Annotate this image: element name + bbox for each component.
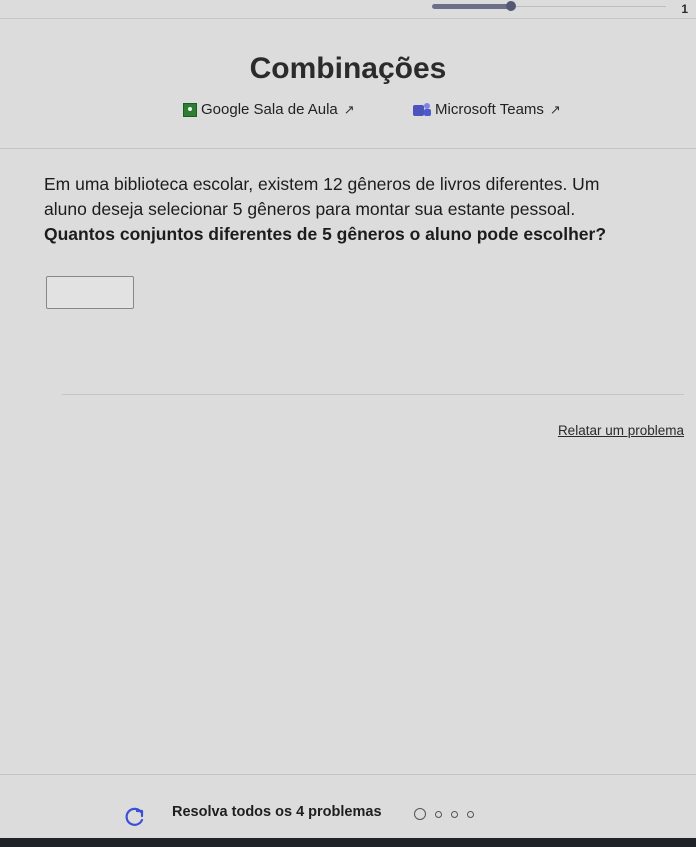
footer-divider <box>0 774 696 775</box>
question-line: Em uma biblioteca escolar, existem 12 gê… <box>44 174 600 194</box>
progress-bar <box>432 4 510 9</box>
refresh-icon[interactable] <box>124 806 146 828</box>
question-text: Em uma biblioteca escolar, existem 12 gê… <box>44 172 684 247</box>
top-divider <box>0 18 696 19</box>
share-microsoft-teams-link[interactable]: Microsoft Teams ↗ <box>413 101 561 118</box>
external-link-icon: ↗ <box>549 101 561 117</box>
problem-dot[interactable] <box>451 810 458 818</box>
report-problem-link[interactable]: Relatar um problema <box>558 423 684 438</box>
question-prompt: Quantos conjuntos diferentes de 5 gênero… <box>44 224 607 244</box>
google-classroom-label: Google Sala de Aula <box>201 101 338 118</box>
progress-marker <box>506 1 516 11</box>
question-line: aluno deseja selecionar 5 gêneros para m… <box>44 199 576 219</box>
problem-dot[interactable] <box>467 810 474 818</box>
divider <box>62 394 684 395</box>
share-row: Google Sala de Aula ↗ Microsoft Teams ↗ <box>0 101 696 123</box>
progress-track <box>516 6 666 7</box>
page-number: 1 <box>681 2 688 16</box>
problem-dot-current[interactable] <box>414 808 426 820</box>
external-link-icon: ↗ <box>343 101 355 117</box>
answer-input[interactable] <box>46 276 134 309</box>
top-bar: 1 <box>0 0 696 28</box>
google-classroom-icon <box>183 102 197 117</box>
problem-progress-dots <box>414 808 474 820</box>
problem-dot[interactable] <box>435 810 442 818</box>
bottom-bar <box>0 838 696 847</box>
solve-all-problems-text: Resolva todos os 4 problemas <box>172 804 382 820</box>
share-google-classroom-link[interactable]: Google Sala de Aula ↗ <box>183 101 355 118</box>
divider <box>0 148 696 149</box>
page-title: Combinações <box>249 52 447 85</box>
microsoft-teams-icon <box>413 102 431 117</box>
microsoft-teams-label: Microsoft Teams <box>435 101 544 118</box>
